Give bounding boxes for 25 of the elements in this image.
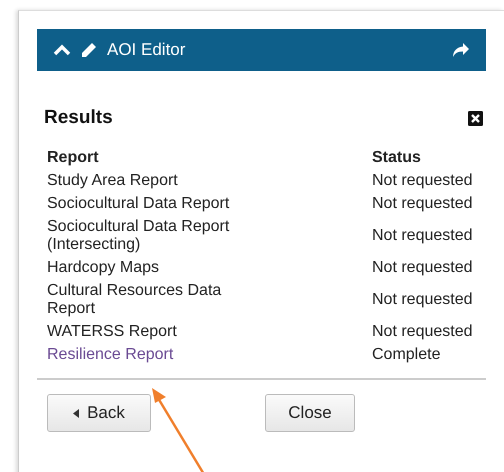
close-button[interactable]: Close: [265, 394, 355, 432]
report-status: Not requested: [372, 195, 474, 213]
collapse-icon[interactable]: [53, 44, 71, 56]
report-name: Study Area Report: [47, 172, 179, 190]
report-status: Not requested: [372, 227, 474, 245]
report-status: Not requested: [372, 323, 474, 341]
report-name: Cultural Resources Data Report: [47, 282, 222, 318]
caret-icon: [73, 408, 80, 418]
back-button[interactable]: Back: [47, 394, 151, 432]
report-status: Not requested: [372, 259, 474, 277]
column-header: Report: [47, 149, 100, 167]
report-name: WATERSS Report: [47, 323, 178, 341]
column-header: Status: [372, 149, 422, 167]
section-title: Results: [44, 107, 113, 129]
share-icon[interactable]: [452, 42, 470, 58]
report-link[interactable]: Resilience Report: [47, 346, 272, 364]
report-status: Not requested: [372, 291, 474, 309]
report-status: Complete: [372, 346, 442, 364]
report-name: Sociocultural Data Report (Intersecting): [47, 218, 230, 254]
pencil-icon: [81, 42, 97, 58]
report-name: Sociocultural Data Report: [47, 195, 230, 213]
report-status: Not requested: [372, 172, 474, 190]
report-name: Hardcopy Maps: [47, 259, 160, 277]
close-icon[interactable]: [468, 110, 483, 126]
panel-title: AOI Editor: [107, 40, 186, 60]
